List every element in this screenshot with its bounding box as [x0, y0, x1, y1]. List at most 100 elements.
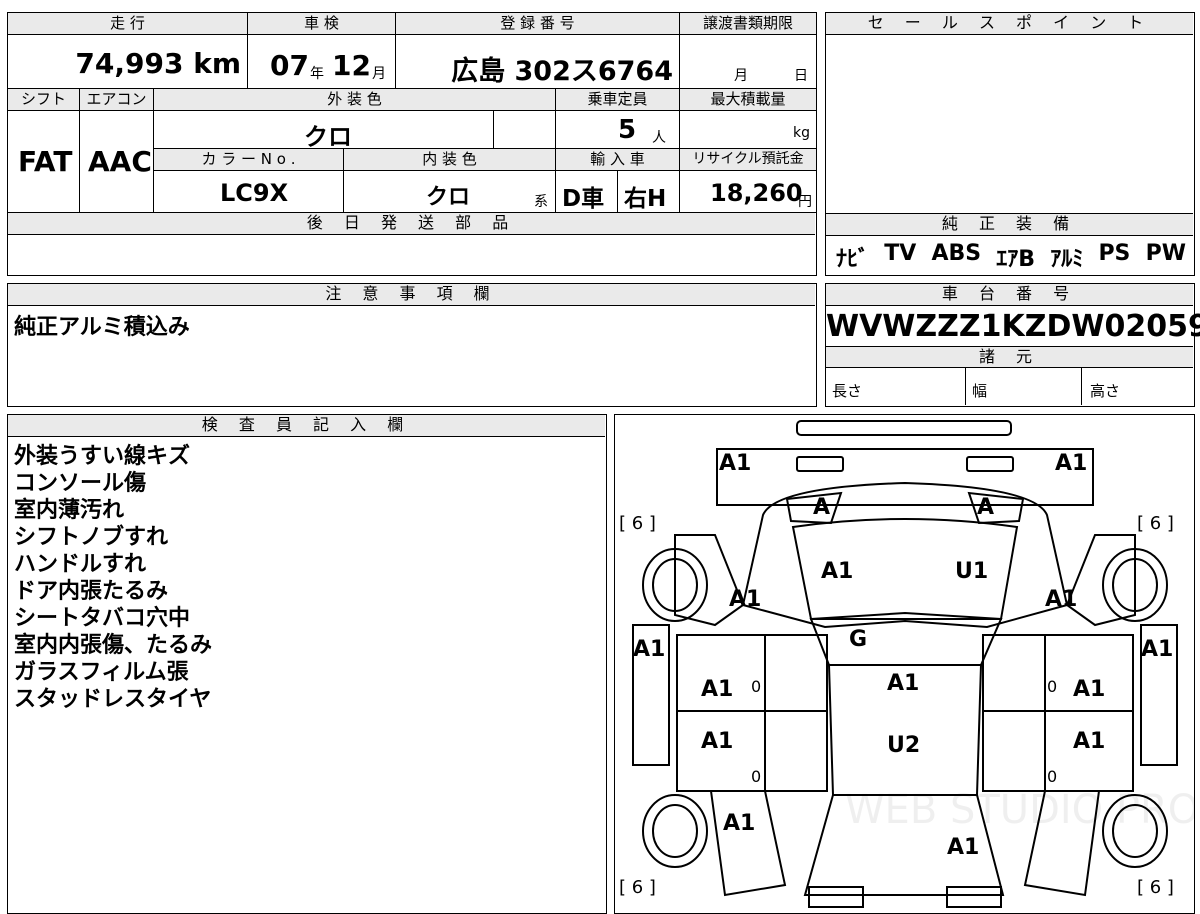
tire-depth-rear-left: [ 6 ]: [619, 877, 656, 898]
capacity-value: 5: [618, 115, 637, 145]
capacity-cell: 5 人: [556, 111, 680, 149]
tire-depth-front-right: [ 6 ]: [1137, 513, 1174, 534]
vehicle-info-table: 走 行 車 検 登 録 番 号 譲渡書類期限 74,993 km 07 年 12…: [7, 12, 817, 276]
door-count-front-left: 0: [751, 677, 762, 696]
tire-depth-rear-right: [ 6 ]: [1137, 877, 1174, 898]
color-no-value: LC9X: [220, 179, 289, 207]
inspector-line: シフトノブすれ: [14, 525, 169, 550]
door-count-rear-left: 0: [751, 767, 762, 786]
handle-cell: 右H: [618, 171, 680, 213]
inspector-line: スタッドレスタイヤ: [14, 687, 212, 712]
sales-point-box: セ ー ル ス ポ イ ン ト 純 正 装 備 ﾅﾋﾞ TV ABS ｴｱB ｱ…: [825, 12, 1195, 276]
plate-cell: 広島 302ス6764: [396, 35, 680, 89]
shift-value: FAT: [18, 145, 73, 178]
capacity-unit: 人: [652, 130, 666, 146]
max-load-cell: kg: [680, 111, 816, 149]
damage-mark-right-headlight: A: [977, 495, 995, 520]
damage-mark-rear-left-door: A1: [701, 729, 734, 754]
damage-mark-left-fender: A1: [729, 587, 762, 612]
recycle-unit: 円: [798, 194, 812, 210]
shift-cell: FAT: [8, 111, 80, 213]
inspector-line: シートタバコ穴中: [14, 606, 191, 631]
recycle-label: リサイクル預託金: [680, 149, 816, 171]
interior-color-value: クロ: [426, 185, 471, 210]
equipment-item: ｱﾙﾐ: [1050, 247, 1084, 272]
exterior-color-extra-cell: [494, 111, 556, 149]
shaken-month: 12: [332, 49, 371, 82]
damage-mark-front-right-door: A1: [1073, 677, 1106, 702]
door-count-rear-right: 0: [1047, 767, 1058, 786]
height-label: 高さ: [1090, 382, 1121, 400]
notes-box: 注 意 事 項 欄 純正アルミ積込み: [7, 283, 817, 407]
inspector-label: 検 査 員 記 入 欄: [8, 415, 605, 437]
mileage-value: 74,993 km: [75, 47, 241, 80]
exterior-color-label: 外 装 色: [154, 89, 556, 111]
import-value: D車: [562, 186, 605, 212]
tire-depth-front-left: [ 6 ]: [619, 513, 656, 534]
inspector-line: コンソール傷: [14, 471, 147, 496]
aircon-value: AAC: [88, 145, 152, 178]
recycle-cell: 18,260 円: [680, 171, 816, 213]
shaken-month-unit: 月: [372, 66, 386, 82]
interior-color-cell: クロ 系: [344, 171, 556, 213]
inspector-line: ドア内張たるみ: [14, 579, 169, 604]
color-no-cell: LC9X: [154, 171, 344, 213]
damage-mark-windshield: G: [849, 627, 868, 652]
plate-label: 登 録 番 号: [396, 13, 680, 35]
shaken-label: 車 検: [248, 13, 396, 35]
handle-value: 右H: [624, 186, 667, 212]
interior-color-label: 内 装 色: [344, 149, 556, 171]
capacity-label: 乗車定員: [556, 89, 680, 111]
mileage-label: 走 行: [8, 13, 248, 35]
inspector-line: ガラスフィルム張: [14, 660, 189, 685]
damage-mark-front-left-bumper: A1: [719, 451, 752, 476]
car-outline: [632, 420, 1178, 908]
aircon-label: エアコン: [80, 89, 154, 111]
damage-mark-rear-left-quarter: A1: [723, 811, 756, 836]
exterior-color-value: クロ: [304, 123, 352, 151]
inspector-notes: 外装うすい線キズ コンソール傷 室内薄汚れ シフトノブすれ ハンドルすれ ドア内…: [14, 443, 212, 713]
damage-mark-right-sill: A1: [1141, 637, 1174, 662]
width-label: 幅: [972, 382, 988, 400]
sales-point-label: セ ー ル ス ポ イ ン ト: [826, 13, 1193, 35]
transfer-deadline-label: 譲渡書類期限: [680, 13, 816, 35]
width-cell: 幅: [966, 368, 1082, 405]
spec-label: 諸 元: [826, 346, 1193, 368]
equipment-item: TV: [884, 241, 917, 266]
length-label: 長さ: [832, 382, 863, 400]
inspector-line: 外装うすい線キズ: [14, 444, 191, 469]
interior-color-unit: 系: [534, 194, 548, 210]
shaken-cell: 07 年 12 月: [248, 35, 396, 89]
plate-value: 広島 302ス6764: [451, 56, 673, 87]
equipment-item: PW: [1145, 241, 1186, 266]
damage-mark-left-headlight: A: [813, 495, 831, 520]
equipment-item: ｴｱB: [996, 247, 1036, 272]
later-parts-label: 後 日 発 送 部 品: [8, 213, 815, 235]
inspector-box: 検 査 員 記 入 欄 外装うすい線キズ コンソール傷 室内薄汚れ シフトノブす…: [7, 414, 607, 914]
chassis-number-value: WVWZZZ1KZDW020599: [826, 309, 1200, 344]
equipment-item: PS: [1098, 241, 1131, 266]
watermark: WEB STUDIO PRO: [845, 787, 1195, 833]
max-load-label: 最大積載量: [680, 89, 816, 111]
door-count-front-right: 0: [1047, 677, 1058, 696]
equipment-list: ﾅﾋﾞ TV ABS ｴｱB ｱﾙﾐ PS PW: [836, 241, 1186, 272]
transfer-day: 日: [794, 68, 808, 84]
height-cell: 高さ: [1082, 368, 1192, 405]
aircon-cell: AAC: [80, 111, 154, 213]
import-label: 輸 入 車: [556, 149, 680, 171]
damage-mark-right-fender: A1: [1045, 587, 1078, 612]
chassis-box: 車 台 番 号 WVWZZZ1KZDW020599 諸 元 長さ 幅 高さ: [825, 283, 1200, 407]
equipment-item: ABS: [931, 241, 982, 266]
inspector-line: 室内内張傷、たるみ: [14, 633, 213, 658]
shift-label: シフト: [8, 89, 80, 111]
shaken-year: 07: [270, 49, 309, 82]
color-no-label: カ ラ ー N o .: [154, 149, 344, 171]
damage-mark-hood-left: A1: [821, 559, 854, 584]
equipment-item: ﾅﾋﾞ: [836, 247, 870, 272]
damage-mark-front-left-door: A1: [701, 677, 734, 702]
inspector-line: ハンドルすれ: [14, 552, 147, 577]
inspector-line: 室内薄汚れ: [14, 498, 125, 523]
equipment-label: 純 正 装 備: [826, 214, 1193, 236]
max-load-unit: kg: [793, 125, 810, 141]
length-cell: 長さ: [826, 368, 966, 405]
